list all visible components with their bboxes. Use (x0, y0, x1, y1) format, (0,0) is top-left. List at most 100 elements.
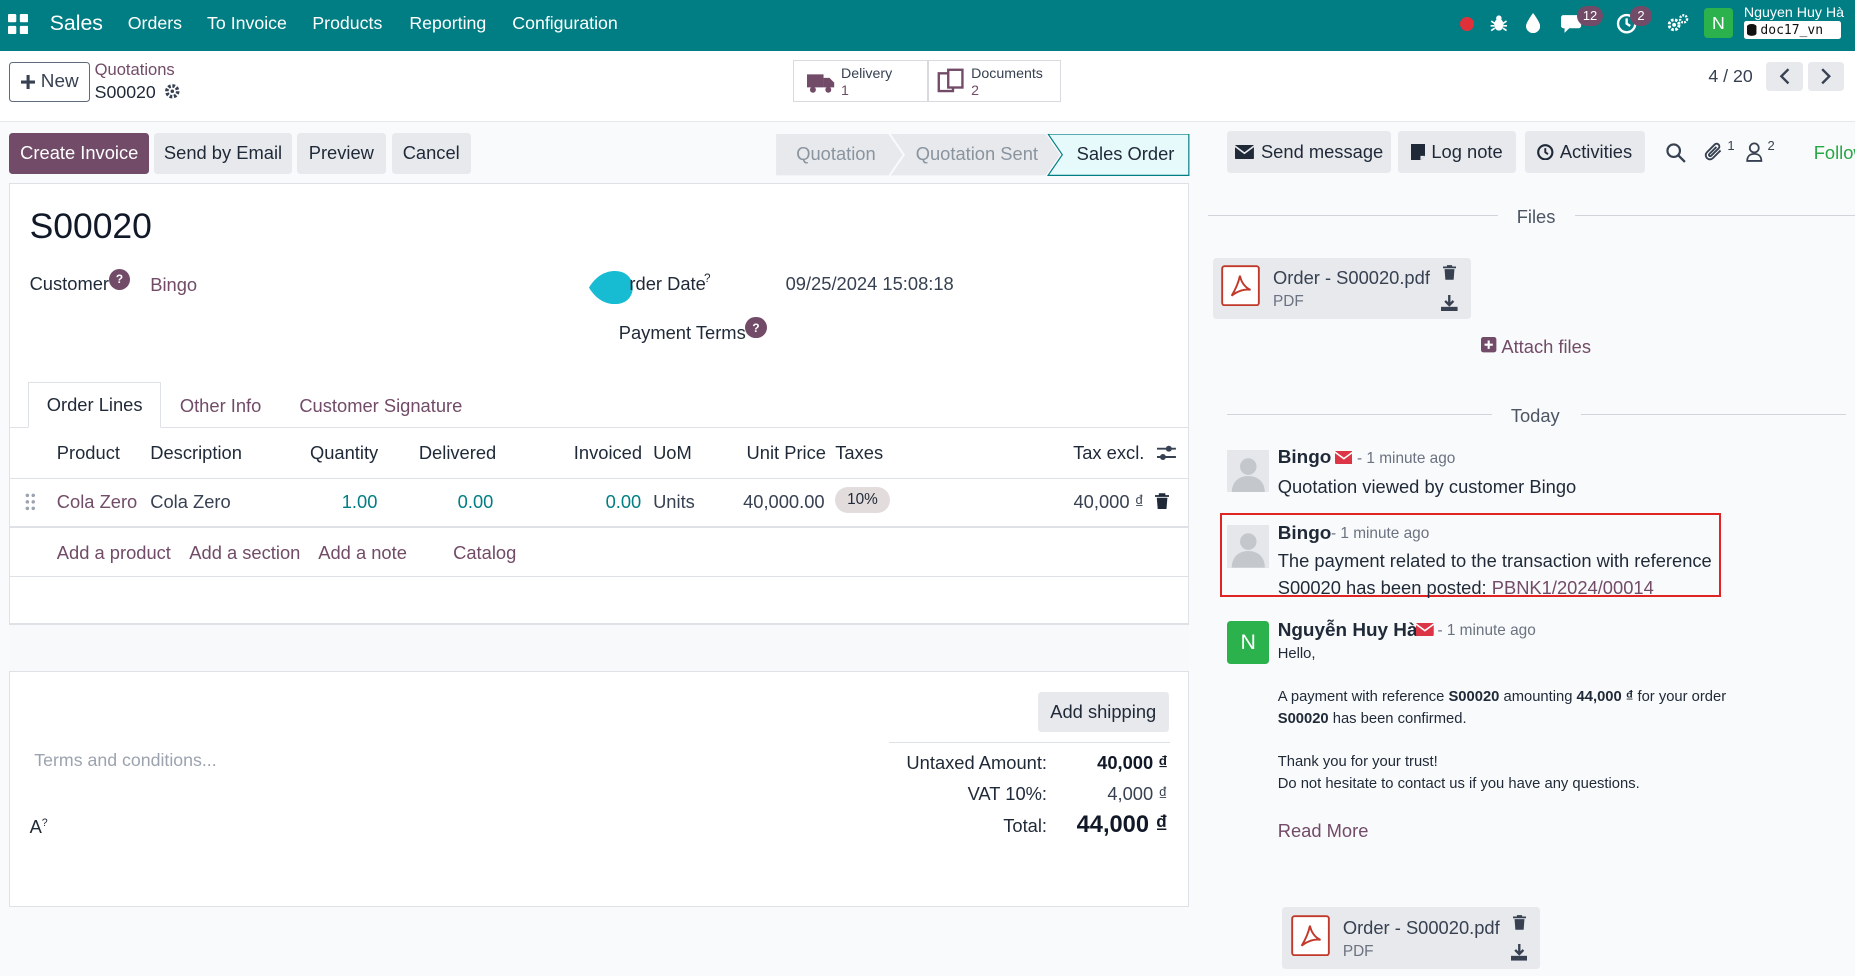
search-icon[interactable] (1666, 143, 1686, 163)
line-description[interactable]: Cola Zero (150, 491, 230, 513)
menu-orders[interactable]: Orders (128, 13, 182, 34)
followers-count: 2 (1767, 138, 1775, 154)
attachment-name[interactable]: Order - S00020.pdf (1273, 267, 1430, 289)
col-product[interactable]: Product (57, 442, 120, 464)
author-avatar[interactable]: N (1226, 621, 1270, 664)
trash-icon[interactable] (1154, 493, 1169, 510)
message-author[interactable]: Nguyễn Huy Hà (1278, 620, 1418, 642)
preview-button[interactable]: Preview (296, 132, 386, 174)
line-invoiced[interactable]: 0.00 (532, 491, 642, 513)
today-separator: Today (1510, 404, 1560, 426)
add-section-link[interactable]: Add a section (189, 542, 300, 564)
customer-value[interactable]: Bingo (150, 274, 197, 296)
followers-icon[interactable] (1746, 142, 1763, 162)
log-note-button[interactable]: Log note (1398, 131, 1516, 173)
order-date-help-marker[interactable]: ? (704, 271, 711, 285)
truck-icon (806, 72, 835, 93)
send-by-email-button[interactable]: Send by Email (153, 132, 293, 174)
add-note-link[interactable]: Add a note (318, 542, 407, 564)
create-invoice-button[interactable]: Create Invoice (9, 132, 150, 174)
pdf-icon (1221, 265, 1260, 307)
author-avatar[interactable] (1226, 449, 1270, 493)
payment-terms-help-icon[interactable]: ? (745, 317, 767, 339)
col-quantity[interactable]: Quantity (310, 442, 378, 464)
col-invoiced[interactable]: Invoiced (574, 442, 642, 464)
menu-to-invoice[interactable]: To Invoice (207, 13, 287, 34)
app-name[interactable]: Sales (50, 11, 103, 36)
cancel-button[interactable]: Cancel (391, 132, 471, 174)
line-tax-badge[interactable]: 10% (835, 487, 890, 514)
menu-reporting[interactable]: Reporting (409, 13, 486, 34)
line-unit-price[interactable]: 40,000.00 (710, 491, 825, 513)
row-divider (9, 526, 1189, 528)
pager-previous-button[interactable] (1766, 61, 1804, 92)
col-taxes[interactable]: Taxes (835, 442, 883, 464)
attach-files-link[interactable]: Attach files (1501, 336, 1591, 358)
breadcrumb-quotations[interactable]: Quotations (95, 60, 175, 80)
user-avatar[interactable]: N (1703, 8, 1734, 38)
col-description[interactable]: Description (150, 442, 242, 464)
tab-order-lines[interactable]: Order Lines (28, 382, 161, 429)
paperclip-icon[interactable] (1704, 141, 1724, 162)
col-delivered[interactable]: Delivered (419, 442, 496, 464)
drop-icon[interactable] (1526, 13, 1541, 34)
apps-menu-icon[interactable] (8, 14, 29, 35)
pager-next-button[interactable] (1807, 61, 1845, 92)
terms-conditions-input[interactable]: Terms and conditions... (34, 750, 216, 771)
tab-other-info[interactable]: Other Info (180, 395, 262, 417)
menu-products[interactable]: Products (312, 13, 382, 34)
message-author[interactable]: Bingo (1278, 523, 1332, 545)
tab-customer-signature[interactable]: Customer Signature (299, 395, 462, 417)
attachment-download-icon[interactable] (1441, 294, 1458, 312)
add-product-link[interactable]: Add a product (57, 542, 171, 564)
email-envelope-icon[interactable] (1334, 450, 1353, 464)
delivery-smart-button[interactable]: Delivery 1 (792, 60, 928, 102)
activities-button[interactable]: Activities (1525, 131, 1645, 173)
settings-gears-icon[interactable] (1667, 13, 1689, 33)
catalog-link[interactable]: Catalog (453, 542, 516, 564)
author-avatar[interactable] (1226, 525, 1270, 568)
optional-columns-icon[interactable] (1157, 444, 1176, 462)
record-indicator-icon[interactable] (1459, 16, 1475, 31)
stage-sales-order[interactable]: Sales Order (1077, 134, 1175, 175)
payment-reference-link[interactable]: PBNK1/2024/00014 (1492, 577, 1654, 598)
drag-handle-icon[interactable] (25, 493, 36, 511)
attachment-delete-icon[interactable] (1443, 265, 1457, 280)
follow-button[interactable]: Follow (1814, 142, 1855, 164)
plus-icon (20, 74, 35, 89)
new-button[interactable]: New (9, 61, 90, 102)
attachment-name[interactable]: Order - S00020.pdf (1343, 917, 1500, 939)
messages-badge: 12 (1577, 5, 1604, 27)
user-name[interactable]: Nguyen Huy Hà (1744, 5, 1844, 21)
debug-bug-icon[interactable] (1490, 14, 1508, 33)
message-author[interactable]: Bingo (1278, 447, 1332, 469)
add-shipping-button[interactable]: Add shipping (1037, 692, 1169, 733)
menu-configuration[interactable]: Configuration (512, 13, 618, 34)
line-uom[interactable]: Units (653, 491, 695, 513)
read-more-link[interactable]: Read More (1278, 820, 1369, 842)
line-quantity[interactable]: 1.00 (260, 491, 378, 513)
col-uom[interactable]: UoM (653, 442, 692, 464)
attachment-download-icon[interactable] (1510, 944, 1528, 961)
font-format-icon[interactable]: A? (30, 816, 48, 838)
line-product[interactable]: Cola Zero (57, 491, 137, 513)
email-envelope-icon[interactable] (1416, 623, 1434, 637)
col-unit-price[interactable]: Unit Price (747, 442, 826, 464)
pager-value[interactable]: 4 / 20 (1708, 66, 1752, 87)
stage-quotation[interactable]: Quotation (796, 134, 875, 175)
documents-count: 2 (971, 82, 980, 99)
order-date-value[interactable]: 09/25/2024 15:08:18 (786, 273, 954, 295)
untaxed-value: 40,000 ₫ (1097, 752, 1168, 774)
stage-quotation-sent[interactable]: Quotation Sent (916, 134, 1038, 175)
activities-badge: 2 (1630, 5, 1652, 27)
top-navbar: Sales Orders To Invoice Products Reporti… (0, 0, 1855, 51)
attachment-delete-icon[interactable] (1513, 914, 1527, 930)
send-message-button[interactable]: Send message (1226, 131, 1392, 173)
col-tax-excl[interactable]: Tax excl. (1073, 442, 1144, 464)
documents-smart-button[interactable]: Documents 2 (927, 60, 1062, 102)
line-delivered[interactable]: 0.00 (390, 491, 494, 513)
customer-help-icon[interactable]: ? (108, 268, 131, 290)
record-gear-icon[interactable] (164, 83, 181, 100)
database-name: doc17_vn (1760, 22, 1824, 38)
plus-square-icon[interactable] (1481, 337, 1497, 353)
